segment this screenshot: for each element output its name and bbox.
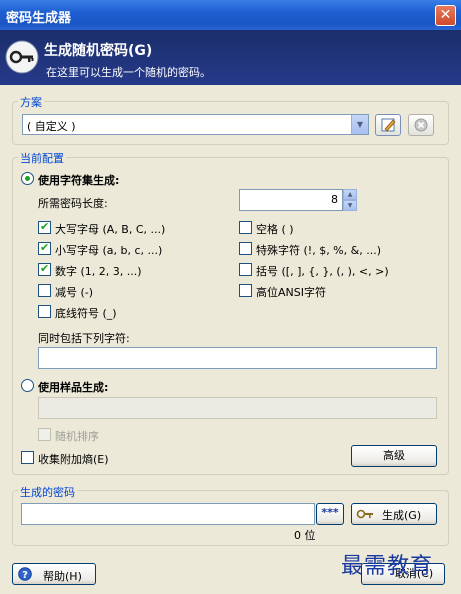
include-chars-label: 同时包括下列字符: — [38, 332, 130, 345]
banner-subtitle: 在这里可以生成一个随机的密码。 — [46, 66, 211, 79]
watermark-text: 最需教育 — [341, 554, 434, 579]
advanced-button[interactable]: 高级 — [351, 445, 437, 467]
use-charset-label: 使用字符集生成: — [38, 174, 120, 187]
underscore-checkbox[interactable] — [38, 305, 51, 318]
key-icon — [5, 40, 39, 74]
include-chars-input[interactable] — [38, 347, 437, 369]
help-icon: ? — [18, 567, 32, 581]
edit-icon — [381, 118, 396, 132]
minus-label: 减号 (-) — [55, 286, 94, 299]
length-label: 所需密码长度: — [38, 197, 108, 210]
help-button[interactable]: ? 帮助(H) — [12, 563, 96, 585]
lowercase-label: 小写字母 (a, b, c, ...) — [55, 244, 163, 257]
title-bar: 密码生成器 ✕ — [0, 0, 461, 30]
header-banner: 生成随机密码(G) 在这里可以生成一个随机的密码。 — [0, 30, 461, 85]
close-button[interactable]: ✕ — [435, 5, 456, 26]
svg-text:?: ? — [22, 570, 28, 581]
random-order-checkbox[interactable] — [38, 428, 51, 441]
scheme-group-label: 方案 — [18, 94, 44, 110]
close-icon: ✕ — [439, 7, 452, 23]
special-label: 特殊字符 (!, $, %, &, ...) — [256, 244, 381, 257]
use-pattern-label: 使用样品生成: — [38, 381, 109, 394]
generated-group-label: 生成的密码 — [18, 484, 77, 500]
uppercase-checkbox[interactable] — [38, 220, 51, 234]
banner-title: 生成随机密码(G) — [44, 43, 153, 59]
generate-icon — [356, 509, 373, 519]
uppercase-label: 大写字母 (A, B, C, ...) — [55, 223, 166, 236]
underscore-label: 底线符号 (_) — [55, 307, 117, 320]
chevron-down-icon[interactable]: ▼ — [351, 115, 368, 134]
delete-icon — [414, 118, 428, 132]
generate-button[interactable]: 生成(G) — [351, 503, 437, 525]
generate-label: 生成(G) — [382, 509, 422, 522]
brackets-label: 括号 ([, ], {, }, (, ), <, >) — [256, 265, 389, 278]
pattern-input[interactable] — [38, 397, 437, 419]
spin-down-icon[interactable]: ▼ — [343, 200, 357, 211]
show-password-button[interactable]: *** — [316, 503, 344, 525]
special-checkbox[interactable] — [239, 242, 252, 255]
scheme-select[interactable]: ( 自定义 ) ▼ — [22, 114, 369, 135]
config-group-label: 当前配置 — [18, 150, 66, 166]
delete-scheme-button[interactable] — [408, 114, 434, 136]
high-ansi-label: 高位ANSI字符 — [256, 286, 326, 299]
generated-password-input[interactable] — [21, 503, 315, 525]
high-ansi-checkbox[interactable] — [239, 284, 252, 297]
digits-checkbox[interactable] — [38, 262, 51, 276]
collect-entropy-checkbox[interactable] — [21, 451, 34, 464]
random-order-label: 随机排序 — [55, 430, 99, 443]
collect-entropy-label: 收集附加熵(E) — [38, 453, 109, 466]
space-checkbox[interactable] — [239, 221, 252, 234]
lowercase-checkbox[interactable] — [38, 241, 51, 255]
use-pattern-radio[interactable] — [21, 379, 34, 392]
help-label: 帮助(H) — [43, 570, 82, 583]
digits-label: 数字 (1, 2, 3, ...) — [55, 265, 142, 278]
spin-up-icon[interactable]: ▲ — [343, 189, 357, 200]
window-title: 密码生成器 — [6, 11, 72, 26]
brackets-checkbox[interactable] — [239, 263, 252, 276]
use-charset-radio[interactable] — [21, 172, 34, 185]
length-input[interactable]: 8 — [239, 189, 343, 211]
minus-checkbox[interactable] — [38, 284, 51, 297]
edit-scheme-button[interactable] — [375, 114, 401, 136]
scheme-selected-value: ( 自定义 ) — [27, 120, 76, 133]
space-label: 空格 ( ) — [256, 223, 294, 236]
bits-label: 0 位 — [294, 529, 316, 542]
length-stepper[interactable]: ▲ ▼ — [343, 189, 357, 211]
